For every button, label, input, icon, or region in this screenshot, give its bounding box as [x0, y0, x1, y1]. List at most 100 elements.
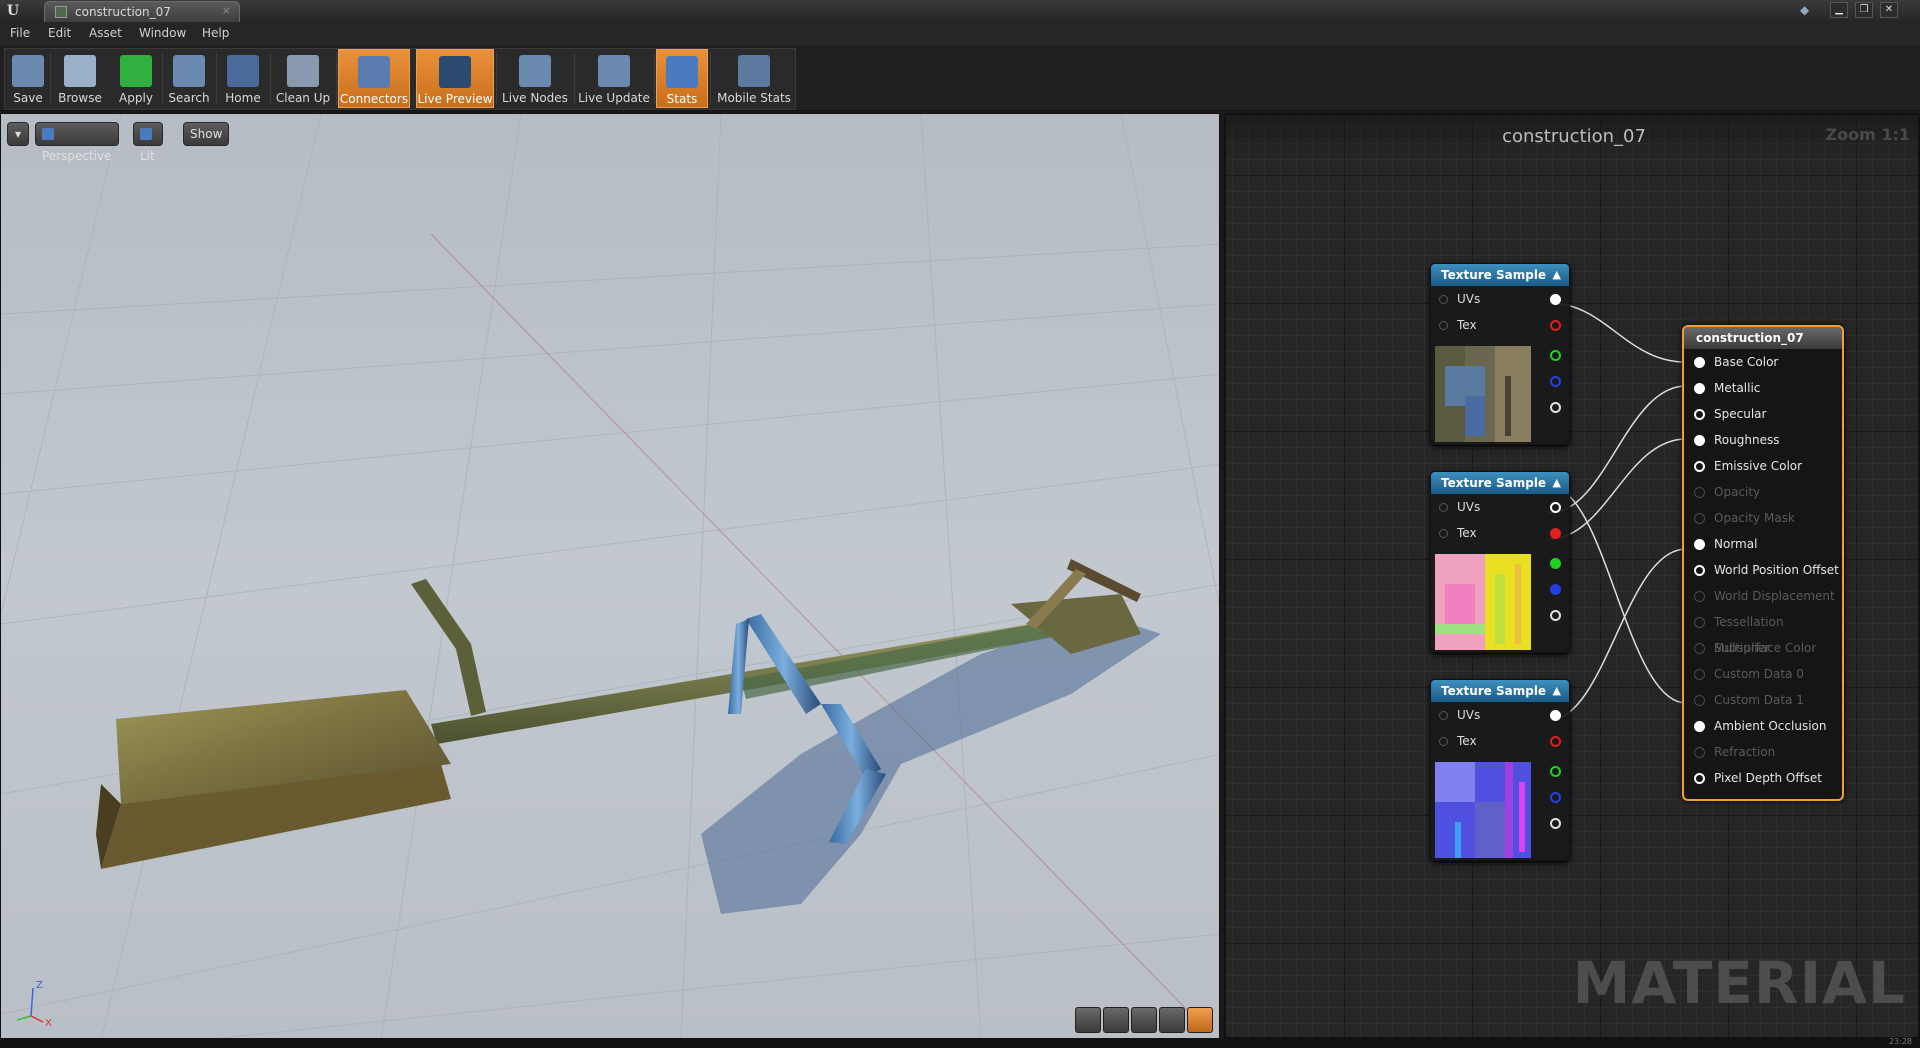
perspective-button[interactable]: Perspective [35, 122, 119, 163]
material-input-label: Specular [1714, 407, 1767, 421]
texture-sample-node[interactable]: Texture Sample ▲ UVs Tex [1430, 263, 1570, 445]
material-input-label: Metallic [1714, 381, 1761, 395]
tex-pin[interactable]: Tex [1431, 520, 1569, 546]
input-pin-icon[interactable] [1694, 461, 1705, 472]
input-pin-icon[interactable] [1694, 357, 1705, 368]
input-pin-icon[interactable] [1694, 409, 1705, 420]
input-pin-icon[interactable] [1439, 711, 1448, 720]
uvs-pin[interactable]: UVs [1431, 494, 1569, 520]
input-pin-icon[interactable] [1694, 539, 1705, 550]
browse-button[interactable]: Browse [52, 49, 108, 108]
material-input-pixel-depth-offset[interactable]: Pixel Depth Offset [1684, 765, 1842, 791]
rgb-output-pin[interactable] [1550, 502, 1561, 513]
menu-window[interactable]: Window [139, 26, 186, 40]
menu-file[interactable]: File [10, 26, 30, 40]
tab-close-icon[interactable]: × [222, 4, 231, 17]
menu-edit[interactable]: Edit [48, 26, 71, 40]
toolbar-separator [216, 53, 217, 105]
save-icon [12, 55, 44, 87]
input-pin-icon[interactable] [1439, 321, 1448, 330]
rgb-output-pin[interactable] [1550, 294, 1561, 305]
mesh-preview-button[interactable] [1187, 1007, 1213, 1033]
a-output-pin[interactable] [1550, 402, 1561, 413]
r-output-pin[interactable] [1550, 320, 1561, 331]
material-input-metallic[interactable]: Metallic [1684, 375, 1842, 401]
live-preview-button[interactable]: Live Preview [416, 49, 494, 108]
input-pin-icon[interactable] [1439, 295, 1448, 304]
input-pin-icon[interactable] [1439, 529, 1448, 538]
collapse-icon[interactable]: ▲ [1553, 264, 1561, 286]
g-output-pin[interactable] [1550, 350, 1561, 361]
material-input-subsurface-color: Subsurface Color [1684, 635, 1842, 661]
connectors-button[interactable]: Connectors [338, 49, 410, 108]
save-button[interactable]: Save [6, 49, 50, 108]
lit-button[interactable]: Lit [133, 122, 163, 163]
material-result-node[interactable]: construction_07 Base Color Metallic Specul… [1682, 325, 1844, 801]
close-window-button[interactable]: ✕ [1880, 2, 1898, 18]
material-graph[interactable]: construction_07 Zoom 1:1 Texture Sample ▲… [1224, 113, 1920, 1039]
g-output-pin[interactable] [1550, 558, 1561, 569]
input-pin-icon[interactable] [1439, 503, 1448, 512]
cylinder-preview-button[interactable] [1075, 1007, 1101, 1033]
input-pin-icon[interactable] [1694, 565, 1705, 576]
input-pin-icon[interactable] [1694, 435, 1705, 446]
mobile-stats-button[interactable]: Mobile Stats [712, 49, 796, 108]
axis-gizmo: Z X [16, 980, 52, 1026]
cube-preview-button[interactable] [1159, 1007, 1185, 1033]
rgb-output-pin[interactable] [1550, 710, 1561, 721]
a-output-pin[interactable] [1550, 818, 1561, 829]
lit-icon [140, 128, 152, 140]
menu-asset[interactable]: Asset [89, 26, 122, 40]
stats-button[interactable]: Stats [656, 49, 708, 108]
material-input-ambient-occlusion[interactable]: Ambient Occlusion [1684, 713, 1842, 739]
home-button[interactable]: Home [218, 49, 268, 108]
texture-sample-node[interactable]: Texture Sample ▲ UVs Tex [1430, 471, 1570, 653]
toolbar-button-label: Connectors [339, 92, 409, 106]
material-node-title[interactable]: construction_07 [1684, 327, 1842, 349]
search-icon [173, 55, 205, 87]
material-input-roughness[interactable]: Roughness [1684, 427, 1842, 453]
input-pin-icon[interactable] [1694, 383, 1705, 394]
tex-pin[interactable]: Tex [1431, 728, 1569, 754]
sphere-preview-button[interactable] [1103, 1007, 1129, 1033]
plane-preview-button[interactable] [1131, 1007, 1157, 1033]
r-output-pin[interactable] [1550, 528, 1561, 539]
search-button[interactable]: Search [164, 49, 214, 108]
clean-up-button[interactable]: Clean Up [272, 49, 334, 108]
a-output-pin[interactable] [1550, 610, 1561, 621]
material-input-normal[interactable]: Normal [1684, 531, 1842, 557]
texture-sample-node[interactable]: Texture Sample ▲ UVs Tex [1430, 679, 1570, 861]
g-output-pin[interactable] [1550, 766, 1561, 777]
node-title[interactable]: Texture Sample ▲ [1431, 472, 1569, 494]
tex-pin[interactable]: Tex [1431, 312, 1569, 338]
input-pin-icon[interactable] [1694, 721, 1705, 732]
document-tab[interactable]: construction_07 × [44, 1, 240, 22]
material-input-world-position-offset[interactable]: World Position Offset [1684, 557, 1842, 583]
menu-help[interactable]: Help [202, 26, 229, 40]
b-output-pin[interactable] [1550, 584, 1561, 595]
material-input-specular[interactable]: Specular [1684, 401, 1842, 427]
b-output-pin[interactable] [1550, 792, 1561, 803]
uvs-pin[interactable]: UVs [1431, 702, 1569, 728]
apply-button[interactable]: Apply [112, 49, 160, 108]
input-pin-icon [1694, 513, 1705, 524]
material-input-base-color[interactable]: Base Color [1684, 349, 1842, 375]
input-pin-icon[interactable] [1439, 737, 1448, 746]
maximize-button[interactable]: ❐ [1855, 2, 1873, 18]
live-nodes-button[interactable]: Live Nodes [498, 49, 572, 108]
collapse-icon[interactable]: ▲ [1553, 472, 1561, 494]
material-input-emissive-color[interactable]: Emissive Color [1684, 453, 1842, 479]
minimize-button[interactable]: ▁ [1830, 2, 1848, 18]
live-update-button[interactable]: Live Update [576, 49, 652, 108]
viewport-options-dropdown[interactable]: ▾ [7, 122, 29, 146]
node-title[interactable]: Texture Sample ▲ [1431, 680, 1569, 702]
node-title[interactable]: Texture Sample ▲ [1431, 264, 1569, 286]
toolbar-button-label: Live Update [578, 91, 650, 105]
b-output-pin[interactable] [1550, 376, 1561, 387]
show-button[interactable]: Show [183, 122, 230, 146]
collapse-icon[interactable]: ▲ [1553, 680, 1561, 702]
r-output-pin[interactable] [1550, 736, 1561, 747]
input-pin-icon[interactable] [1694, 773, 1705, 784]
preview-viewport[interactable]: ▾ Perspective Lit Show Z X [0, 113, 1220, 1039]
uvs-pin[interactable]: UVs [1431, 286, 1569, 312]
